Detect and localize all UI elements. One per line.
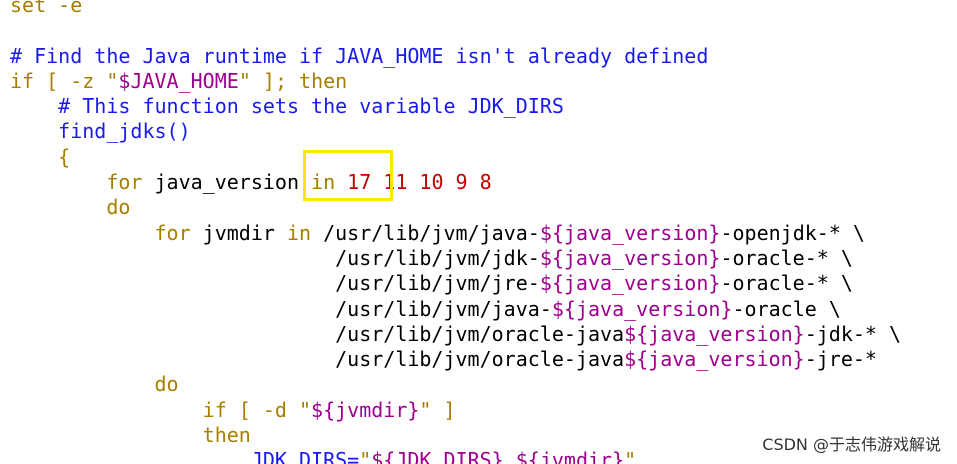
code-token: in: [311, 170, 336, 195]
code-line: if [ -d "${jvmdir}" ]: [10, 398, 901, 423]
code-token: ": [238, 68, 251, 93]
code-token: [ -d: [226, 397, 299, 422]
code-token: find_jdks(): [58, 119, 191, 144]
code-token: {: [58, 144, 71, 169]
code-token: ": [359, 448, 372, 464]
code-token: /usr/lib/jvm/oracle-java: [10, 347, 625, 372]
code-token: ${JDK_DIRS} ${jvmdir}: [371, 448, 625, 464]
code-token: JDK_DIRS=: [250, 448, 360, 464]
code-line: /usr/lib/jvm/oracle-java${java_version}-…: [10, 322, 901, 347]
code-token: do: [106, 195, 131, 220]
code-token: then: [202, 423, 251, 448]
code-token: ": [624, 448, 637, 464]
code-token: # Find the Java runtime if JAVA_HOME isn…: [10, 43, 709, 68]
code-token: in: [286, 220, 312, 245]
code-token: -oracle-* \: [720, 271, 853, 296]
code-token: for: [154, 220, 191, 245]
code-line: /usr/lib/jvm/java-${java_version}-oracle…: [10, 297, 901, 322]
code-token: ": [419, 397, 432, 422]
code-token: /usr/lib/jvm/java-: [311, 220, 540, 245]
code-line: for jvmdir in /usr/lib/jvm/java-${java_v…: [10, 221, 901, 246]
code-token: ${java_version}: [539, 220, 721, 245]
code-token: ": [106, 68, 119, 93]
code-token: ": [299, 397, 312, 422]
code-token: ];: [250, 68, 300, 93]
code-token: ${jvmdir}: [311, 397, 420, 422]
code-token: $JAVA_HOME: [118, 68, 239, 93]
code-line: /usr/lib/jvm/oracle-java${java_version}-…: [10, 347, 901, 372]
code-token: /usr/lib/jvm/jdk-: [10, 245, 540, 270]
code-line: do: [10, 372, 901, 397]
code-token: [ -z: [34, 68, 107, 93]
code-token: if: [10, 68, 35, 93]
code-token: ]: [431, 397, 456, 422]
code-token: # This function sets the variable JDK_DI…: [58, 94, 564, 119]
code-line: find_jdks(): [10, 119, 901, 144]
code-token: for: [106, 170, 143, 195]
code-line: if [ -z "$JAVA_HOME" ]; then: [10, 69, 901, 94]
code-line: do: [10, 195, 901, 220]
code-token: then: [299, 68, 348, 93]
code-token: if: [202, 397, 227, 422]
code-line: # Find the Java runtime if JAVA_HOME isn…: [10, 44, 901, 69]
code-token: -jre-*: [804, 347, 877, 372]
code-token: ${java_version}: [624, 321, 805, 346]
code-token: ${java_version}: [624, 347, 805, 372]
code-editor[interactable]: set -e # Find the Java runtime if JAVA_H…: [10, 0, 901, 464]
code-token: set -e: [10, 0, 83, 17]
csdn-watermark: CSDN @于志伟游戏解说: [762, 435, 941, 454]
code-line: for java_version in 17 11 10 9 8: [10, 170, 901, 195]
code-token: jvmdir: [190, 220, 287, 245]
code-token: ${java_version}: [551, 296, 733, 321]
code-token: 17 11 10 9 8: [347, 170, 492, 195]
code-line: # This function sets the variable JDK_DI…: [10, 94, 901, 119]
code-line: /usr/lib/jvm/jre-${java_version}-oracle-…: [10, 271, 901, 296]
code-token: ${java_version}: [539, 245, 721, 270]
code-token: -oracle \: [732, 296, 841, 321]
code-token: java_version: [142, 170, 312, 195]
code-token: ${java_version}: [539, 271, 721, 296]
code-token: -jdk-* \: [804, 321, 902, 346]
code-token: -openjdk-* \: [720, 220, 865, 245]
code-token: do: [154, 372, 179, 397]
code-line: {: [10, 145, 901, 170]
code-token: -oracle-* \: [720, 245, 853, 270]
code-token: /usr/lib/jvm/oracle-java: [10, 321, 625, 346]
code-token: /usr/lib/jvm/jre-: [10, 271, 540, 296]
terminal-screen: set -e # Find the Java runtime if JAVA_H…: [0, 0, 957, 464]
code-line: /usr/lib/jvm/jdk-${java_version}-oracle-…: [10, 246, 901, 271]
code-token: /usr/lib/jvm/java-: [10, 296, 552, 321]
code-line: set -e: [10, 0, 901, 18]
